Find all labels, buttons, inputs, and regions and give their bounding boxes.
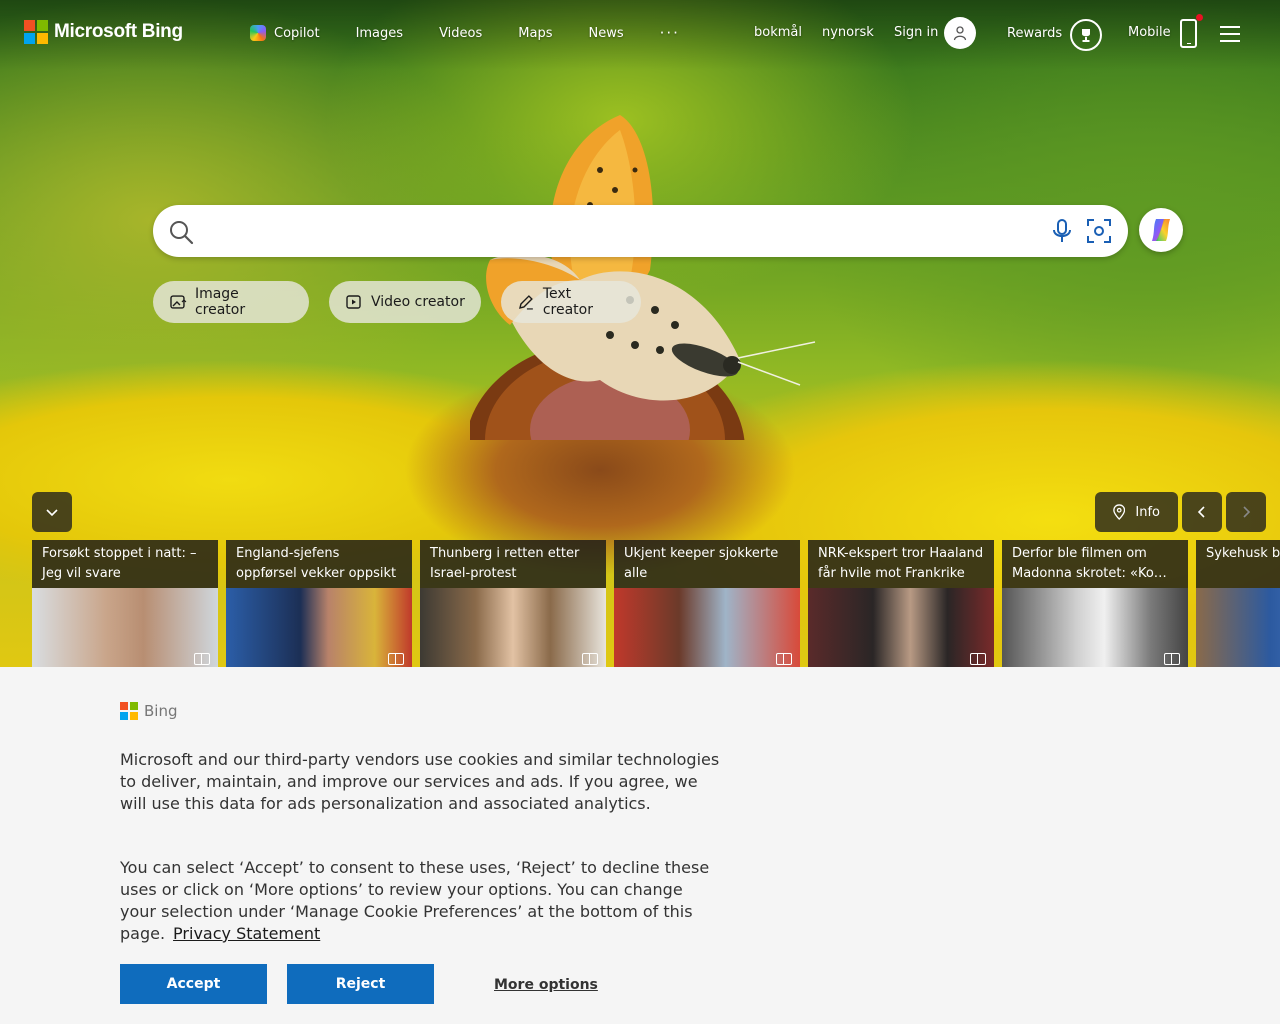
news-card-image [808,588,994,667]
image-creator-label: Image creator [194,286,246,318]
news-card[interactable]: Forsøkt stoppet i natt: – Jeg vil svare [32,540,218,667]
rewards-trophy-icon[interactable] [1070,19,1102,51]
image-creator-button[interactable]: Image creator [153,281,309,323]
notification-dot [1196,14,1203,21]
news-card-image [420,588,606,667]
news-carousel: Forsøkt stoppet i natt: – Jeg vil svare … [32,540,1280,667]
bing-logo: Bing [120,702,178,720]
news-card[interactable]: Ukjent keeper sjokkerte alle [614,540,800,667]
news-card[interactable]: England-sjefens oppførsel vekker oppsikt [226,540,412,667]
video-creator-label: Video creator [371,294,465,310]
search-icon[interactable] [168,219,194,249]
chevron-down-icon [46,509,58,517]
accept-button[interactable]: Accept [120,964,267,1004]
cookie-paragraph-2: You can select ‘Accept’ to consent to th… [120,857,720,945]
nav-more-icon[interactable]: ··· [660,24,680,42]
image-creator-icon [170,295,187,309]
reader-icon [194,653,210,665]
lang-bokmal-link[interactable]: bokmål [754,25,802,40]
user-avatar-icon[interactable] [944,17,976,49]
copilot-logo-icon [1152,219,1170,241]
video-creator-button[interactable]: Video creator [329,281,481,323]
text-creator-icon [519,295,533,310]
nav-news[interactable]: News [588,26,623,41]
copilot-icon [250,25,266,41]
nav-maps[interactable]: Maps [518,26,552,41]
chevron-right-icon [1243,506,1251,518]
reader-icon [776,653,792,665]
news-card-title: NRK-ekspert tror Haaland får hvile mot F… [808,540,994,588]
text-creator-label: Text creator [542,286,593,318]
rewards-link[interactable]: Rewards [1007,26,1062,41]
reader-icon [388,653,404,665]
news-card-title: Forsøkt stoppet i natt: – Jeg vil svare [32,540,218,588]
news-card-image [1196,588,1280,667]
text-creator-button[interactable]: Text creator [501,281,641,323]
nav-copilot-label: Copilot [274,25,320,41]
mobile-link[interactable]: Mobile [1128,25,1171,40]
top-nav: Copilot Images Videos Maps News ··· [250,24,716,42]
news-card[interactable]: Derfor ble filmen om Madonna skrotet: «K… [1002,540,1188,667]
reader-icon [970,653,986,665]
copilot-button[interactable] [1139,208,1183,252]
microphone-icon[interactable] [1051,218,1073,248]
cookie-paragraph-1: Microsoft and our third-party vendors us… [120,750,720,813]
nav-images[interactable]: Images [356,26,404,41]
location-pin-icon [1113,504,1126,521]
nav-copilot[interactable]: Copilot [250,25,320,41]
news-card-title: Thunberg i retten etter Israel-protest [420,540,606,588]
news-card-title: England-sjefens oppførsel vekker oppsikt [226,540,412,588]
news-card-title: Sykehusk barn livet [1196,540,1280,588]
image-info-button[interactable]: Info [1095,492,1178,532]
news-card-image [226,588,412,667]
news-card[interactable]: Sykehusk barn livet [1196,540,1280,667]
visual-search-icon[interactable] [1086,218,1112,248]
microsoft-logo-icon [24,20,48,44]
sign-in-link[interactable]: Sign in [894,25,938,40]
reader-icon [582,653,598,665]
news-card[interactable]: Thunberg i retten etter Israel-protest [420,540,606,667]
hamburger-menu-icon[interactable] [1220,26,1240,42]
top-header: Microsoft Bing Copilot Images Videos Map… [0,0,1280,66]
news-card-image [1002,588,1188,667]
news-card-image [32,588,218,667]
next-image-button[interactable] [1226,492,1266,532]
reject-button[interactable]: Reject [287,964,434,1004]
lang-nynorsk-link[interactable]: nynorsk [822,25,874,40]
microsoft-bing-logo[interactable]: Microsoft Bing [24,20,183,44]
chevron-left-icon [1197,506,1205,518]
news-card-title: Ukjent keeper sjokkerte alle [614,540,800,588]
news-card-title: Derfor ble filmen om Madonna skrotet: «K… [1002,540,1188,588]
info-label: Info [1135,504,1160,520]
collapse-feed-button[interactable] [32,492,72,532]
news-card[interactable]: NRK-ekspert tror Haaland får hvile mot F… [808,540,994,667]
previous-image-button[interactable] [1182,492,1222,532]
search-input[interactable] [205,215,1045,247]
mobile-phone-icon[interactable] [1180,19,1197,48]
nav-videos[interactable]: Videos [439,26,482,41]
butterfly-image [470,115,816,440]
search-box[interactable] [153,205,1128,257]
reader-icon [1164,653,1180,665]
logo-text: Microsoft Bing [54,21,183,42]
bing-logo-text: Bing [144,702,178,720]
privacy-statement-link[interactable]: Privacy Statement [173,924,320,943]
news-card-image [614,588,800,667]
microsoft-logo-icon [120,702,138,720]
cookie-consent-banner: Bing Microsoft and our third-party vendo… [0,667,1280,1024]
video-creator-icon [346,295,361,309]
more-options-link[interactable]: More options [494,977,598,993]
